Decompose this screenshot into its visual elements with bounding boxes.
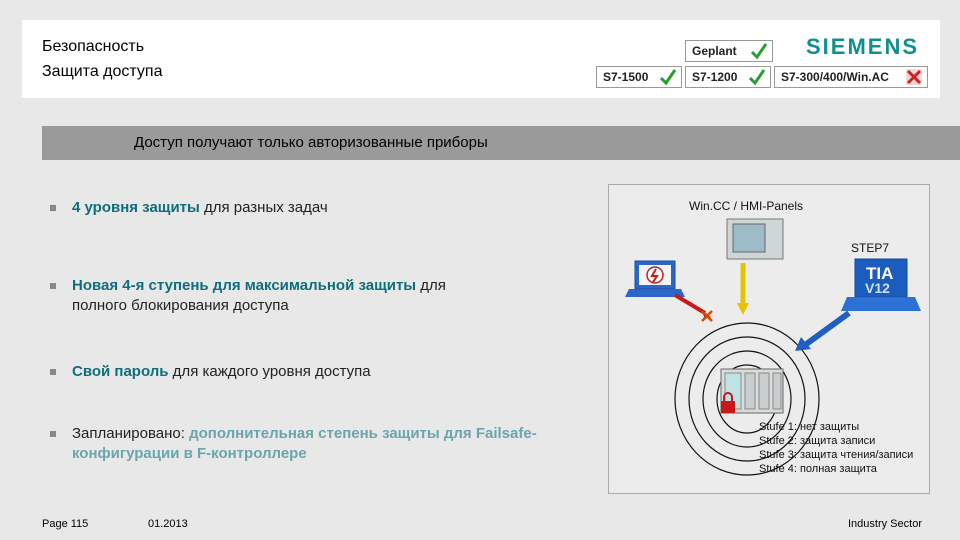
bullet-marker xyxy=(50,205,56,211)
bullet-highlight: Новая 4-я ступень для максимальной защит… xyxy=(72,277,417,294)
lock-icon xyxy=(721,401,735,413)
denied-access-arrow xyxy=(673,293,707,315)
stufe-3-label: Stufe 3: защита чтения/записи xyxy=(759,449,914,461)
footer-sector: Industry Sector xyxy=(848,518,922,530)
checkmark-icon xyxy=(748,69,766,86)
tia-access-arrow xyxy=(803,310,851,348)
bullet-highlight: 4 уровня защиты xyxy=(72,199,200,216)
page-number: Page 115 xyxy=(42,518,89,530)
tia-version: V12 xyxy=(865,280,890,296)
bullet-marker xyxy=(50,431,56,437)
access-protection-diagram: Win.CC / HMI-Panels STEP7 TIA V12 Stufe … xyxy=(608,184,930,494)
bullet-marker xyxy=(50,283,56,289)
bullet-text-line2: конфигурации в F-контроллере xyxy=(72,445,307,462)
badge-s7-1200: S7-1200 xyxy=(685,66,771,88)
bullet-item: Запланировано: дополнительная степень за… xyxy=(50,424,590,466)
bullet-text: для разных задач xyxy=(199,199,328,216)
banner-text: Доступ получают только авторизованные пр… xyxy=(134,134,488,151)
badge-s7-300-400: S7-300/400/Win.AC xyxy=(774,66,928,88)
wincc-label: Win.CC / HMI-Panels xyxy=(689,199,804,213)
slide: Безопасность Защита доступа Geplant S7-1… xyxy=(0,0,960,540)
cross-icon xyxy=(906,69,922,85)
bullet-text: для каждого уровня доступа xyxy=(168,363,371,380)
badge-label: Geplant xyxy=(692,44,737,58)
badge-label: S7-300/400/Win.AC xyxy=(781,70,889,84)
bullet-item: 4 уровня защиты для разных задач xyxy=(50,198,570,220)
bullet-text-line2: полного блокирования доступа xyxy=(72,297,289,314)
bullet-highlight: Свой пароль xyxy=(72,363,169,380)
stufe-2-label: Stufe 2: защита записи xyxy=(759,435,876,447)
badge-geplant: Geplant xyxy=(685,40,773,62)
footer-date: 01.2013 xyxy=(148,518,188,530)
bullet-item: Свой пароль для каждого уровня доступа xyxy=(50,362,570,384)
bullet-item: Новая 4-я ступень для максимальной защит… xyxy=(50,276,590,318)
banner: Доступ получают только авторизованные пр… xyxy=(42,126,960,160)
checkmark-icon xyxy=(750,43,768,60)
badge-s7-1500: S7-1500 xyxy=(596,66,682,88)
bullet-highlight: дополнительная степень защиты для Failsa… xyxy=(189,425,537,442)
step7-label: STEP7 xyxy=(851,241,890,255)
bullet-text: для xyxy=(416,277,446,294)
badge-label: S7-1500 xyxy=(603,70,649,84)
siemens-logo: SIEMENS xyxy=(806,34,920,59)
bullet-marker xyxy=(50,369,56,375)
bullet-lead: Запланировано: xyxy=(72,425,185,442)
page-title: Безопасность xyxy=(42,38,145,55)
stufe-1-label: Stufe 1: нет защиты xyxy=(759,421,860,433)
stufe-4-label: Stufe 4: полная защита xyxy=(759,463,877,475)
checkmark-icon xyxy=(659,69,677,86)
badge-label: S7-1200 xyxy=(692,70,738,84)
page-subtitle: Защита доступа xyxy=(42,63,163,80)
